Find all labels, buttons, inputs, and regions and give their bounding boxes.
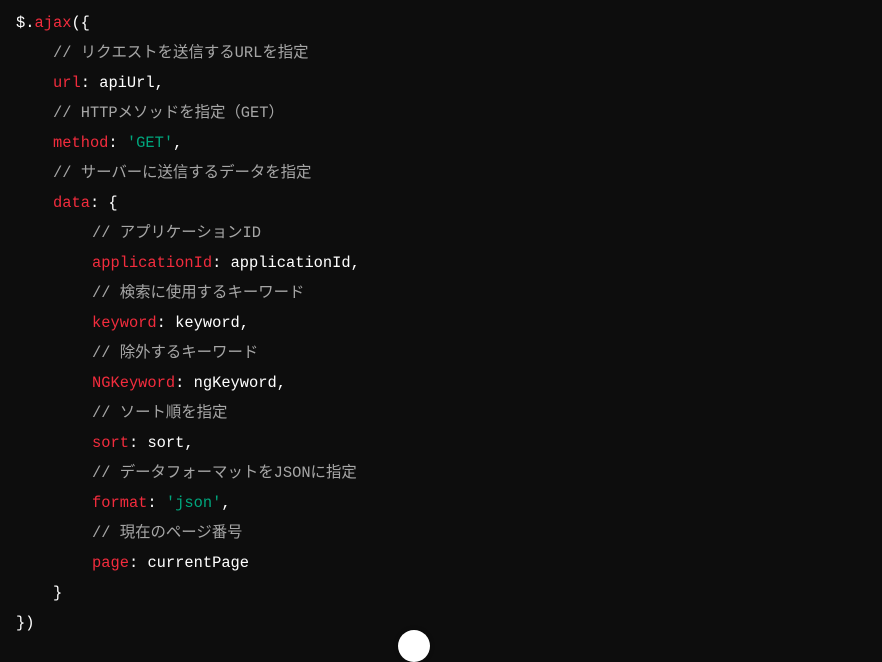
code-line: }): [16, 608, 360, 638]
code-line: method: 'GET',: [16, 128, 360, 158]
code-token: }: [53, 584, 63, 602]
code-value: keyword,: [175, 314, 250, 332]
code-token: ,: [221, 494, 231, 512]
code-line: url: apiUrl,: [16, 68, 360, 98]
code-key: url: [53, 74, 81, 92]
code-value: currentPage: [147, 554, 250, 572]
code-comment: // 現在のページ番号: [92, 524, 243, 542]
code-key: format: [92, 494, 148, 512]
code-key: NGKeyword: [92, 374, 176, 392]
code-line: // アプリケーションID: [16, 218, 360, 248]
code-string: 'GET': [126, 134, 174, 152]
code-token: : {: [89, 194, 118, 212]
code-value: ngKeyword,: [193, 374, 286, 392]
code-value: apiUrl,: [99, 74, 164, 92]
code-value: applicationId,: [230, 254, 360, 272]
code-line: // リクエストを送信するURLを指定: [16, 38, 360, 68]
code-block: $.ajax({ // リクエストを送信するURLを指定 url: apiUrl, /…: [16, 8, 360, 638]
scroll-down-button[interactable]: [398, 630, 430, 662]
code-line: NGKeyword: ngKeyword,: [16, 368, 360, 398]
code-line: $.ajax({: [16, 8, 360, 38]
code-line: applicationId: applicationId,: [16, 248, 360, 278]
code-line: keyword: keyword,: [16, 308, 360, 338]
code-line: // サーバーに送信するデータを指定: [16, 158, 360, 188]
code-token: :: [175, 374, 194, 392]
code-comment: // 除外するキーワード: [92, 344, 259, 362]
code-token: ajax: [34, 14, 72, 32]
code-token: :: [156, 314, 176, 332]
code-line: // ソート順を指定: [16, 398, 360, 428]
code-string: 'json': [165, 494, 222, 512]
code-token: :: [128, 554, 148, 572]
code-comment: // サーバーに送信するデータを指定: [53, 164, 312, 182]
code-line: // 検索に使用するキーワード: [16, 278, 360, 308]
code-line: // 現在のページ番号: [16, 518, 360, 548]
code-line: page: currentPage: [16, 548, 360, 578]
code-key: page: [92, 554, 129, 572]
code-key: data: [53, 194, 90, 212]
code-comment: // 検索に使用するキーワード: [92, 284, 305, 302]
code-token: :: [147, 494, 166, 512]
code-key: sort: [92, 434, 129, 452]
code-token: :: [128, 434, 148, 452]
code-comment: // データフォーマットをJSONに指定: [92, 464, 357, 482]
code-comment: // HTTPメソッドを指定（GET）: [53, 104, 284, 122]
code-key: method: [53, 134, 109, 152]
code-line: // HTTPメソッドを指定（GET）: [16, 98, 360, 128]
code-line: sort: sort,: [16, 428, 360, 458]
code-value: sort,: [147, 434, 194, 452]
code-line: }: [16, 578, 360, 608]
code-comment: // ソート順を指定: [92, 404, 228, 422]
code-line: format: 'json',: [16, 488, 360, 518]
code-comment: // アプリケーションID: [92, 224, 261, 242]
code-line: data: {: [16, 188, 360, 218]
code-token: :: [108, 134, 127, 152]
code-line: // 除外するキーワード: [16, 338, 360, 368]
code-token: }): [16, 614, 35, 632]
code-key: applicationId: [92, 254, 213, 272]
code-token: ,: [173, 134, 183, 152]
code-token: ({: [71, 14, 90, 32]
code-key: keyword: [92, 314, 157, 332]
code-comment: // リクエストを送信するURLを指定: [53, 44, 309, 62]
code-line: // データフォーマットをJSONに指定: [16, 458, 360, 488]
code-token: :: [80, 74, 100, 92]
code-token: $.: [16, 14, 35, 32]
code-token: :: [212, 254, 231, 272]
